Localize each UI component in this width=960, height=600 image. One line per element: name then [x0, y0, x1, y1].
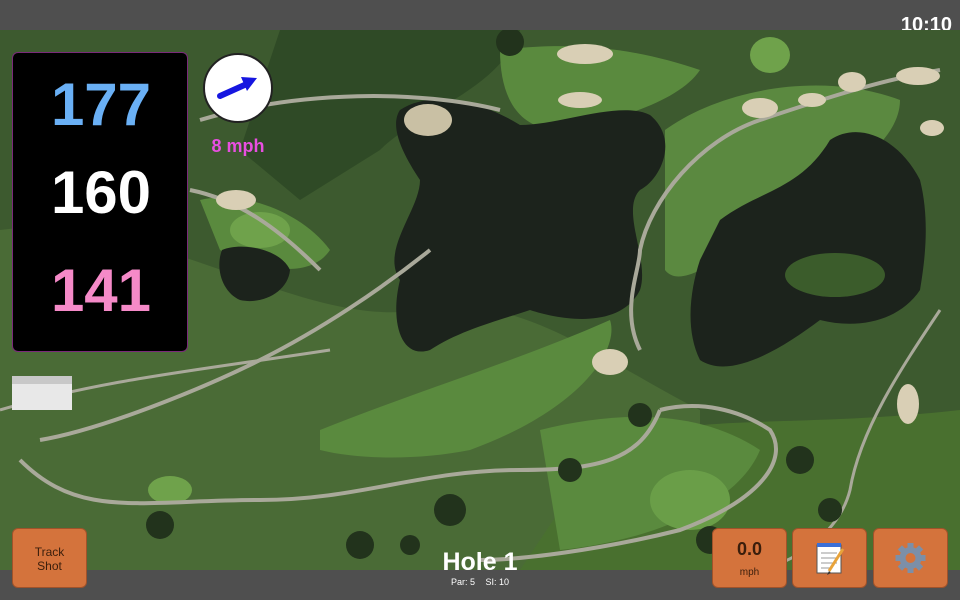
gear-icon	[895, 543, 926, 573]
hole-stroke-index: SI: 10	[485, 577, 510, 587]
speed-unit: mph	[739, 567, 760, 578]
settings-button[interactable]	[873, 528, 948, 588]
speed-value: 0.0	[736, 539, 763, 559]
wind-speed: 8 mph	[211, 136, 265, 156]
notepad-icon	[816, 543, 845, 575]
wind-indicator	[203, 53, 273, 123]
speed-button[interactable]: 0.0 mph	[712, 528, 787, 588]
top-bar: 10:10	[0, 0, 960, 36]
notes-button[interactable]	[792, 528, 867, 588]
back-distance: 177	[50, 71, 152, 138]
center-distance: 160	[50, 159, 152, 226]
track-shot-button[interactable]: Track Shot	[12, 528, 87, 588]
track-shot-label-line1: Track	[34, 545, 65, 559]
course-map[interactable]: 177 160 141 8 mph	[0, 30, 960, 570]
track-shot-label-line2: Shot	[37, 559, 62, 573]
distance-panel: 177 160 141	[12, 52, 188, 352]
hole-info: Par: 5 SI: 10	[380, 577, 580, 587]
hole-par: Par: 5	[450, 577, 475, 587]
hole-title: Hole 1	[442, 548, 518, 576]
front-distance: 141	[50, 257, 152, 324]
wind-direction-arrow-icon	[217, 77, 257, 99]
